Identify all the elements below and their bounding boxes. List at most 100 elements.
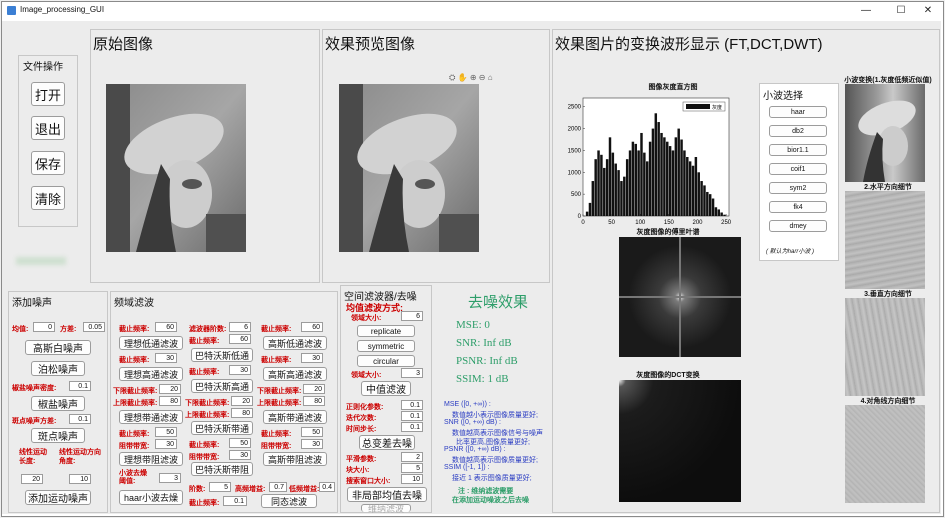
homo-low-field[interactable]: 0.4 <box>319 482 335 492</box>
noise-var-field[interactable]: 0.05 <box>83 322 105 332</box>
salt-density-label: 椒盐噪声密度: <box>12 385 57 392</box>
ideal-upper-field[interactable]: 80 <box>159 396 181 406</box>
homo-cutoff-field[interactable]: 0.1 <box>223 496 247 506</box>
ideal-bw-field[interactable]: 30 <box>155 439 177 449</box>
ideal-lowpass-button[interactable]: 理想低通滤波 <box>119 336 183 350</box>
symmetric-button[interactable]: symmetric <box>357 340 415 352</box>
nlm-denoise-button[interactable]: 非局部均值去噪 <box>347 487 427 502</box>
histogram-bar <box>628 150 632 216</box>
maximize-button[interactable]: ☐ <box>887 4 915 18</box>
butter-bw-field[interactable]: 30 <box>229 450 251 460</box>
clear-button[interactable]: 清除 <box>31 186 65 210</box>
histogram-bar <box>700 181 703 216</box>
gauss-cutoff2-field[interactable]: 30 <box>301 353 323 363</box>
wavelet-option-dmey[interactable]: dmey <box>769 220 827 232</box>
haar-denoise-button[interactable]: haar小波去燥 <box>119 490 183 505</box>
butter-bandpass-button[interactable]: 巴特沃斯带通 <box>191 421 253 435</box>
ideal-cutoff1-field[interactable]: 60 <box>155 322 177 332</box>
butter-cutoff3-field[interactable]: 50 <box>229 438 251 448</box>
gauss-upper-field[interactable]: 80 <box>303 396 325 406</box>
pan-hand-icon[interactable]: ✋ <box>458 73 468 82</box>
original-image <box>106 84 246 252</box>
ideal-highpass-button[interactable]: 理想高通滤波 <box>119 367 183 381</box>
note-ssim-range: SSIM ([-1, 1]) : <box>444 464 490 471</box>
x-tick-label: 50 <box>608 220 615 226</box>
gauss-bw-field[interactable]: 30 <box>301 439 323 449</box>
wavelet-option-bior1-1[interactable]: bior1.1 <box>769 144 827 156</box>
salt-density-field[interactable]: 0.1 <box>69 381 91 391</box>
circular-button[interactable]: circular <box>357 355 415 367</box>
butter-bandstop-button[interactable]: 巴特沃斯带阻 <box>191 462 253 476</box>
motion-angle-field[interactable]: 10 <box>69 474 91 484</box>
wavelet-option-db2[interactable]: db2 <box>769 125 827 137</box>
wavelet-thr-field[interactable]: 3 <box>159 473 181 483</box>
butter-cutoff1-field[interactable]: 60 <box>229 334 251 344</box>
save-button[interactable]: 保存 <box>31 151 65 175</box>
search-label: 搜索窗口大小: <box>346 478 391 485</box>
poisson-noise-button[interactable]: 泊松噪声 <box>31 361 85 376</box>
replicate-button[interactable]: replicate <box>357 325 415 337</box>
tv-denoise-button[interactable]: 总变差去噪 <box>359 435 415 450</box>
reg-field[interactable]: 0.1 <box>401 400 423 410</box>
butter-highpass-button[interactable]: 巴特沃斯高通 <box>191 379 253 393</box>
butter-lowpass-button[interactable]: 巴特沃斯低通 <box>191 348 253 362</box>
median-filter-button[interactable]: 中值滤波 <box>361 381 411 396</box>
search-field[interactable]: 10 <box>401 474 423 484</box>
wavelet-option-sym2[interactable]: sym2 <box>769 182 827 194</box>
ideal-bandstop-button[interactable]: 理想带阻滤波 <box>119 452 183 466</box>
home-icon[interactable]: ⌂ <box>488 73 493 82</box>
ideal-bandpass-button[interactable]: 理想带通滤波 <box>119 410 183 424</box>
gauss-lowpass-button[interactable]: 高斯低通滤波 <box>263 336 327 350</box>
speckle-noise-button[interactable]: 斑点噪声 <box>31 428 85 443</box>
zoom-out-icon[interactable]: ⊖ <box>479 73 486 82</box>
histogram-bar <box>688 161 692 216</box>
ideal-cutoff3-field[interactable]: 50 <box>155 427 177 437</box>
zoom-in-icon[interactable]: ⊕ <box>470 73 477 82</box>
gauss-bandstop-button[interactable]: 高斯带阻滤波 <box>263 452 327 466</box>
speckle-var-field[interactable]: 0.1 <box>69 414 91 424</box>
step-field[interactable]: 0.1 <box>401 422 423 432</box>
ideal-bw-label: 阻带带宽: <box>119 443 150 450</box>
gauss-lower-field[interactable]: 20 <box>303 384 325 394</box>
minimize-button[interactable]: — <box>852 4 880 18</box>
motion-angle-label: 线性运动方向角度: <box>59 449 101 465</box>
homo-high-field[interactable]: 0.7 <box>269 482 287 492</box>
noise-title: 添加噪声 <box>12 298 52 309</box>
homomorphic-filter-button[interactable]: 同态滤波 <box>261 494 317 508</box>
butter-lower-field[interactable]: 20 <box>231 396 253 406</box>
ideal-lower-field[interactable]: 20 <box>159 384 181 394</box>
wavelet-select-title: 小波选择 <box>763 91 803 102</box>
gauss-cutoff3-field[interactable]: 50 <box>301 427 323 437</box>
salt-noise-button[interactable]: 椒盐噪声 <box>31 396 85 411</box>
nbhd-field[interactable]: 6 <box>401 311 423 321</box>
wiener-filter-button[interactable]: 维纳滤波 <box>361 504 411 514</box>
gauss-cutoff1-field[interactable]: 60 <box>301 322 323 332</box>
wavelet-option-coif1[interactable]: coif1 <box>769 163 827 175</box>
export-icon[interactable]: ⛭ <box>449 73 455 82</box>
wavelet-approx-image <box>845 84 925 182</box>
close-button[interactable]: ✕ <box>914 4 942 18</box>
butter-upper-field[interactable]: 80 <box>231 408 253 418</box>
open-button[interactable]: 打开 <box>31 82 65 106</box>
noise-var-label: 方差: <box>60 326 77 333</box>
noise-mean-field[interactable]: 0 <box>33 322 55 332</box>
homo-order-field[interactable]: 5 <box>209 482 231 492</box>
wavelet-option-haar[interactable]: haar <box>769 106 827 118</box>
iter-field[interactable]: 0.1 <box>401 411 423 421</box>
wavelet-option-fk4[interactable]: fk4 <box>769 201 827 213</box>
histogram-bar <box>603 167 606 216</box>
butter-cutoff2-field[interactable]: 30 <box>229 365 251 375</box>
block-field[interactable]: 5 <box>401 463 423 473</box>
gauss-cutoff3-label: 截止频率: <box>261 431 292 438</box>
gauss-highpass-button[interactable]: 高斯高通滤波 <box>263 367 327 381</box>
butter-order-field[interactable]: 6 <box>229 322 251 332</box>
motion-len-field[interactable]: 20 <box>21 474 43 484</box>
gauss-bandpass-button[interactable]: 高斯带通滤波 <box>263 410 327 424</box>
smooth-field[interactable]: 2 <box>401 452 423 462</box>
ideal-cutoff2-field[interactable]: 30 <box>155 353 177 363</box>
exit-button[interactable]: 退出 <box>31 116 65 140</box>
nbhd2-field[interactable]: 3 <box>401 368 423 378</box>
motion-noise-button[interactable]: 添加运动噪声 <box>25 490 91 505</box>
gaussian-noise-button[interactable]: 高斯白噪声 <box>25 340 91 355</box>
blurred-logo <box>16 257 66 265</box>
